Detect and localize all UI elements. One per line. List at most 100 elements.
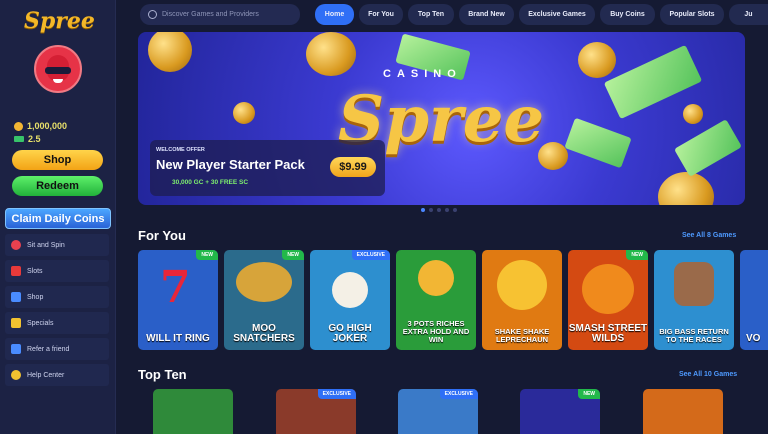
avatar-mouth bbox=[53, 79, 63, 83]
wheel-icon bbox=[11, 240, 21, 250]
coin-decoration bbox=[148, 32, 192, 72]
cart-icon bbox=[11, 292, 21, 302]
game-title: GO HIGH JOKER bbox=[328, 323, 372, 344]
coin-decoration bbox=[306, 32, 356, 76]
carousel-dot[interactable] bbox=[453, 208, 457, 212]
friend-icon bbox=[11, 344, 21, 354]
sidebar-item-refer-a-friend[interactable]: Refer a friend bbox=[5, 338, 109, 360]
claim-daily-coins-button[interactable]: Claim Daily Coins bbox=[5, 208, 111, 229]
star-icon bbox=[11, 318, 21, 328]
game-title: BIG BASS RETURN TO THE RACES bbox=[659, 327, 729, 344]
sidebar-item-label: Specials bbox=[27, 319, 54, 327]
spree-logo[interactable]: Spree bbox=[24, 8, 95, 34]
carousel-dot[interactable] bbox=[445, 208, 449, 212]
tab-for-you[interactable]: For You bbox=[359, 4, 403, 25]
sidebar-item-label: Shop bbox=[27, 293, 44, 301]
game-title: WILL IT RING bbox=[146, 333, 210, 344]
ufo-icon bbox=[236, 262, 292, 302]
new-badge: NEW bbox=[626, 250, 648, 260]
search-input[interactable]: Discover Games and Providers bbox=[140, 4, 300, 25]
game-card[interactable]: NEW SMASH STREET WILDS bbox=[568, 250, 648, 350]
cash-decoration bbox=[564, 117, 632, 169]
sweeps-cash-icon bbox=[14, 136, 24, 142]
clover-icon bbox=[418, 260, 454, 296]
new-badge: NEW bbox=[578, 389, 600, 399]
game-card[interactable] bbox=[643, 389, 723, 434]
search-icon bbox=[148, 10, 157, 19]
coin-decoration bbox=[233, 102, 255, 124]
seven-icon bbox=[11, 266, 21, 276]
tab-more[interactable]: Ju bbox=[729, 4, 768, 25]
game-title: SMASH STREET WILDS bbox=[568, 323, 648, 344]
sidebar-item-label: Refer a friend bbox=[27, 345, 70, 353]
carousel-dot[interactable] bbox=[437, 208, 441, 212]
game-title: SHAKE SHAKE LEPRECHAUN bbox=[494, 327, 550, 344]
exclusive-badge: EXCLUSIVE bbox=[317, 389, 356, 399]
tab-exclusive-games[interactable]: Exclusive Games bbox=[519, 4, 595, 25]
exclusive-badge: EXCLUSIVE bbox=[439, 389, 478, 399]
game-card[interactable]: SHAKE SHAKE LEPRECHAUN bbox=[482, 250, 562, 350]
redeem-button[interactable]: Redeem bbox=[12, 176, 103, 196]
seven-icon: 7 bbox=[160, 262, 191, 313]
tab-top-ten[interactable]: Top Ten bbox=[408, 4, 454, 25]
game-card[interactable]: EXCLUSIVE GO HIGH JOKER bbox=[310, 250, 390, 350]
see-all-top-ten-link[interactable]: See All 10 Games bbox=[679, 371, 737, 378]
new-badge: NEW bbox=[282, 250, 304, 260]
question-icon bbox=[11, 370, 21, 380]
coin-decoration bbox=[658, 172, 714, 205]
avatar-glasses bbox=[45, 67, 71, 74]
shop-button[interactable]: Shop bbox=[12, 150, 103, 170]
coin-decoration bbox=[578, 42, 616, 78]
game-card[interactable]: 3 POTS RICHES EXTRA HOLD AND WIN bbox=[396, 250, 476, 350]
game-card[interactable] bbox=[153, 389, 233, 434]
tab-brand-new[interactable]: Brand New bbox=[459, 4, 514, 25]
sidebar-item-sit-and-spin[interactable]: Sit and Spin bbox=[5, 234, 109, 256]
sc-balance: 2.5 bbox=[14, 134, 41, 144]
sidebar: Spree 1,000,000 2.5 Shop Redeem Claim Da… bbox=[0, 0, 116, 434]
section-title-top-ten: Top Ten bbox=[138, 367, 187, 382]
carousel-dots bbox=[421, 208, 457, 212]
new-badge: NEW bbox=[196, 250, 218, 260]
offer-title: New Player Starter Pack bbox=[156, 157, 305, 172]
cash-decoration bbox=[674, 119, 742, 177]
gold-coin-icon bbox=[14, 121, 23, 131]
exclusive-badge: EXCLUSIVE bbox=[351, 250, 390, 260]
sidebar-item-shop[interactable]: Shop bbox=[5, 286, 109, 308]
game-card[interactable]: BIG BASS RETURN TO THE RACES bbox=[654, 250, 734, 350]
offer-card[interactable]: WELCOME OFFER New Player Starter Pack 30… bbox=[150, 140, 385, 196]
game-card[interactable]: NEW 7 WILL IT RING bbox=[138, 250, 218, 350]
search-placeholder: Discover Games and Providers bbox=[162, 11, 259, 18]
avatar[interactable] bbox=[34, 45, 82, 93]
sidebar-item-help-center[interactable]: Help Center bbox=[5, 364, 109, 386]
game-title: MOO SNATCHERS bbox=[233, 323, 295, 344]
gold-coin-icon bbox=[497, 260, 547, 310]
joker-icon bbox=[332, 272, 368, 308]
coin-decoration bbox=[683, 104, 703, 124]
tab-home[interactable]: Home bbox=[315, 4, 354, 25]
sidebar-item-label: Slots bbox=[27, 267, 43, 275]
sidebar-item-specials[interactable]: Specials bbox=[5, 312, 109, 334]
tab-buy-coins[interactable]: Buy Coins bbox=[600, 4, 655, 25]
carousel-dot[interactable] bbox=[421, 208, 425, 212]
offer-price-button[interactable]: $9.99 bbox=[330, 157, 376, 177]
pumpkin-icon bbox=[582, 264, 634, 314]
sc-balance-value: 2.5 bbox=[28, 134, 41, 144]
game-card[interactable]: EXCLUSIVE bbox=[398, 389, 478, 434]
carousel-dot[interactable] bbox=[429, 208, 433, 212]
sidebar-item-label: Sit and Spin bbox=[27, 241, 65, 249]
sidebar-item-slots[interactable]: Slots bbox=[5, 260, 109, 282]
game-card[interactable]: NEW MOO SNATCHERS bbox=[224, 250, 304, 350]
game-card[interactable]: EXCLUSIVE bbox=[276, 389, 356, 434]
gc-balance-value: 1,000,000 bbox=[27, 121, 68, 131]
game-card[interactable]: VO bbox=[740, 250, 768, 350]
offer-tag: WELCOME OFFER bbox=[156, 147, 205, 153]
game-card[interactable]: NEW bbox=[520, 389, 600, 434]
tab-popular-slots[interactable]: Popular Slots bbox=[660, 4, 724, 25]
offer-subtitle: 30,000 GC + 30 FREE SC bbox=[172, 179, 249, 186]
section-title-for-you: For You bbox=[138, 228, 186, 243]
game-title: VO bbox=[746, 333, 761, 344]
sidebar-item-label: Help Center bbox=[27, 371, 65, 379]
casino-text: CASINO bbox=[383, 68, 462, 80]
hero-banner[interactable]: CASINO Spree WELCOME OFFER New Player St… bbox=[138, 32, 745, 205]
see-all-for-you-link[interactable]: See All 8 Games bbox=[682, 232, 736, 239]
